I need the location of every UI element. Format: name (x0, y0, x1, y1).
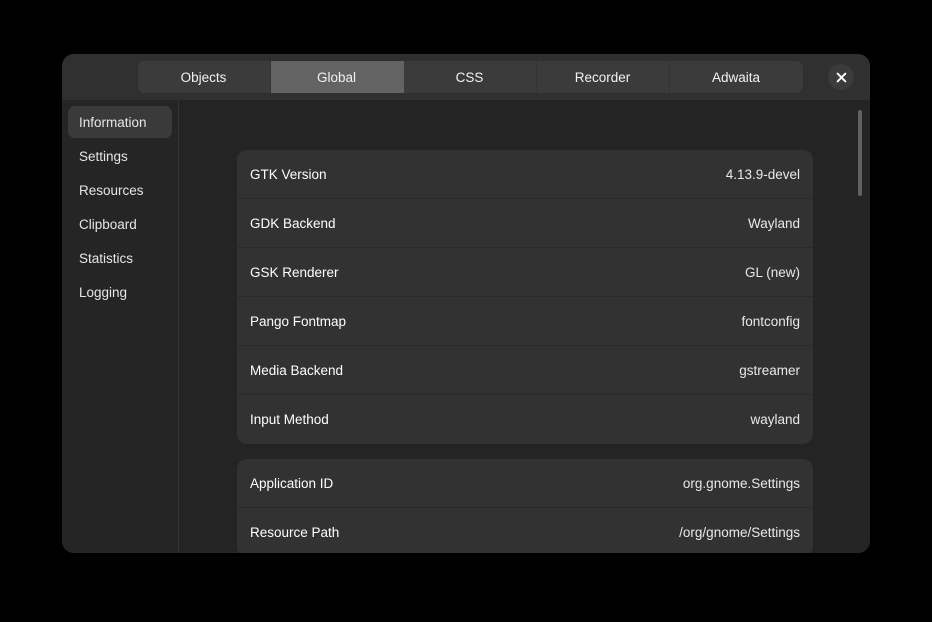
row-label: Application ID (250, 475, 334, 491)
tab-recorder-label: Recorder (574, 69, 631, 85)
sidebar-item-settings[interactable]: Settings (68, 140, 172, 172)
row-value: 4.13.9-devel (725, 166, 800, 182)
gtk-inspector-window: Objects Global CSS Recorder Adwaita Info… (62, 54, 870, 553)
tab-adwaita-label: Adwaita (711, 69, 761, 85)
row-label: GDK Backend (250, 215, 336, 231)
info-group-application: Application ID org.gnome.Settings Resour… (237, 459, 813, 553)
row-value: /org/gnome/Settings (679, 525, 800, 540)
tab-global-label: Global (316, 69, 357, 85)
tab-global[interactable]: Global (270, 61, 404, 93)
row-label: Input Method (250, 412, 329, 427)
vertical-scrollbar[interactable] (856, 108, 864, 545)
row-label: Media Backend (250, 362, 344, 378)
sidebar-item-information-label: Information (79, 114, 147, 130)
tab-objects[interactable]: Objects (137, 61, 271, 93)
table-row[interactable]: Input Method wayland (237, 395, 813, 444)
row-value: wayland (750, 412, 800, 427)
tab-switcher: Objects Global CSS Recorder Adwaita (137, 61, 803, 93)
sidebar-item-settings-label: Settings (79, 148, 128, 164)
sidebar-item-statistics-label: Statistics (79, 250, 134, 266)
scrollbar-thumb[interactable] (858, 110, 862, 196)
sidebar: Information Settings Resources Clipboard… (62, 100, 179, 553)
row-label: Resource Path (250, 525, 340, 540)
info-group-general: GTK Version 4.13.9-devel GDK Backend Way… (237, 150, 813, 444)
sidebar-item-clipboard[interactable]: Clipboard (68, 208, 172, 240)
tab-adwaita[interactable]: Adwaita (669, 61, 803, 93)
table-row[interactable]: Pango Fontmap fontconfig (237, 297, 813, 346)
tab-recorder[interactable]: Recorder (536, 61, 670, 93)
sidebar-item-resources[interactable]: Resources (68, 174, 172, 206)
tab-objects-label: Objects (180, 69, 227, 85)
row-value: Wayland (747, 215, 800, 231)
row-value: org.gnome.Settings (682, 475, 800, 491)
row-label: GSK Renderer (250, 264, 339, 280)
table-row[interactable]: Resource Path /org/gnome/Settings (237, 508, 813, 553)
window-body: Information Settings Resources Clipboard… (62, 100, 870, 553)
sidebar-item-logging-label: Logging (79, 284, 128, 300)
close-button[interactable] (828, 64, 854, 90)
sidebar-item-clipboard-label: Clipboard (79, 216, 137, 232)
sidebar-item-statistics[interactable]: Statistics (68, 242, 172, 274)
header-bar: Objects Global CSS Recorder Adwaita (62, 54, 870, 100)
row-label: GTK Version (250, 166, 327, 182)
tab-css[interactable]: CSS (403, 61, 537, 93)
sidebar-item-resources-label: Resources (79, 182, 144, 198)
sidebar-item-information[interactable]: Information (68, 106, 172, 138)
table-row[interactable]: GDK Backend Wayland (237, 199, 813, 248)
table-row[interactable]: GTK Version 4.13.9-devel (237, 150, 813, 199)
row-label: Pango Fontmap (250, 313, 347, 329)
sidebar-item-logging[interactable]: Logging (68, 276, 172, 308)
information-panel: GTK Version 4.13.9-devel GDK Backend Way… (179, 100, 870, 553)
table-row[interactable]: Application ID org.gnome.Settings (237, 459, 813, 508)
row-value: GL (new) (744, 264, 800, 280)
close-icon (836, 72, 846, 82)
table-row[interactable]: GSK Renderer GL (new) (237, 248, 813, 297)
table-row[interactable]: Media Backend gstreamer (237, 346, 813, 395)
row-value: fontconfig (741, 313, 800, 329)
tab-css-label: CSS (455, 69, 484, 85)
row-value: gstreamer (739, 362, 800, 378)
